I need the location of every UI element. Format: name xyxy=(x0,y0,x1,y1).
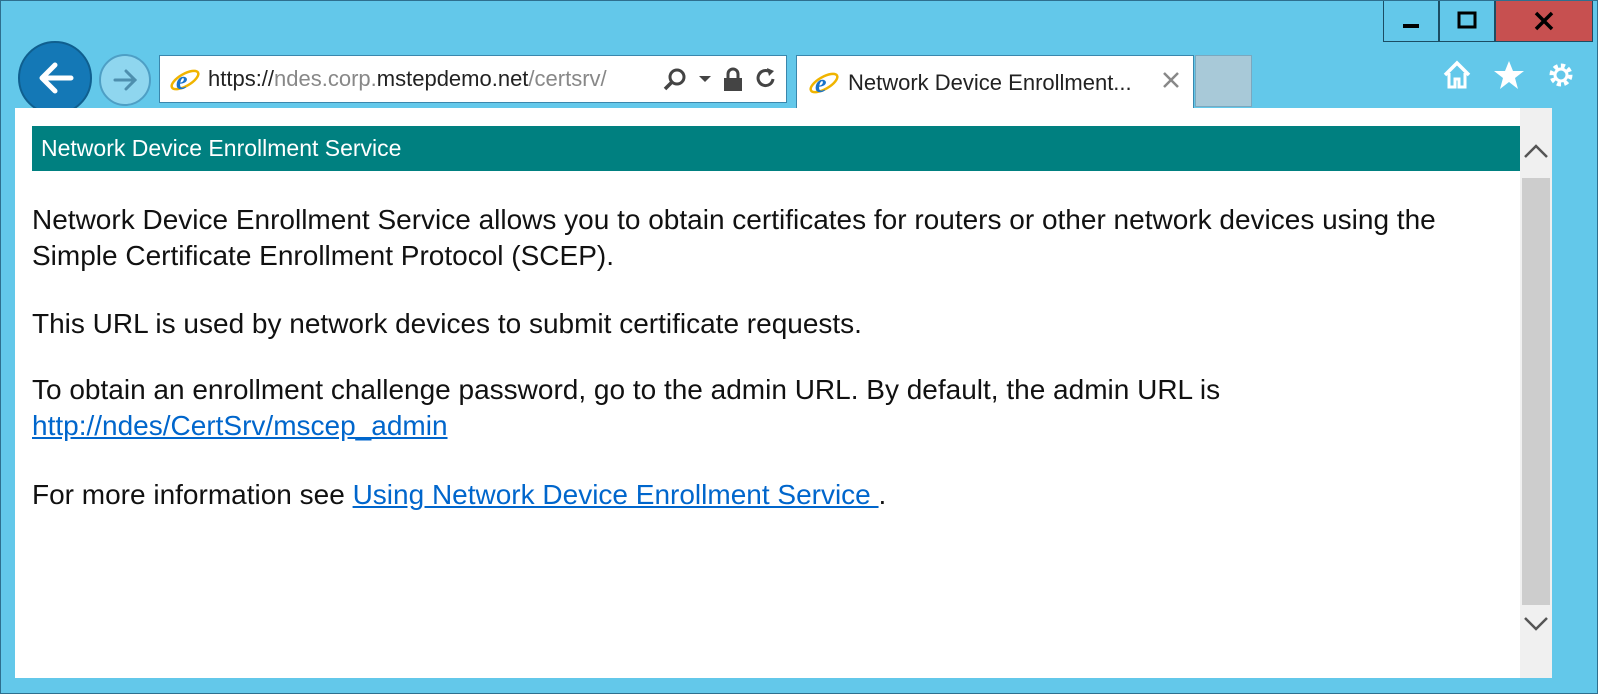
more-info-link[interactable]: Using Network Device Enrollment Service xyxy=(353,479,879,510)
dropdown-icon[interactable] xyxy=(698,74,712,84)
svg-text:e: e xyxy=(815,69,827,98)
scroll-down-button[interactable] xyxy=(1520,608,1552,638)
more-info-paragraph: For more information see Using Network D… xyxy=(32,477,1522,513)
url-host-main: mstepdemo.net xyxy=(376,66,529,91)
lock-icon[interactable] xyxy=(722,66,744,92)
close-icon xyxy=(1534,11,1554,31)
address-bar[interactable]: e https://ndes.corp.mstepdemo.net/certsr… xyxy=(159,55,787,103)
scroll-down-icon xyxy=(1524,617,1548,631)
minimize-icon xyxy=(1403,24,1419,28)
admin-url-link[interactable]: http://ndes/CertSrv/mscep_admin xyxy=(32,410,448,441)
tab-close-icon[interactable] xyxy=(1161,70,1181,90)
ie-logo-icon: e xyxy=(170,66,200,95)
search-icon[interactable] xyxy=(662,66,688,92)
back-button[interactable] xyxy=(18,41,92,115)
url-host-dim: ndes.corp. xyxy=(274,66,377,91)
intro-paragraph: Network Device Enrollment Service allows… xyxy=(32,204,1436,271)
favorites-star-icon[interactable] xyxy=(1493,59,1525,91)
ie-logo-icon: e xyxy=(809,69,839,98)
admin-url-paragraph: To obtain an enrollment challenge passwo… xyxy=(32,372,1522,444)
toolbar-icons xyxy=(1441,59,1577,91)
scroll-up-icon xyxy=(1524,144,1548,158)
window-controls xyxy=(1383,1,1593,43)
scroll-thumb[interactable] xyxy=(1522,178,1550,605)
forward-arrow-icon xyxy=(113,69,138,91)
vertical-scrollbar[interactable] xyxy=(1520,108,1552,678)
tab-title: Network Device Enrollment... xyxy=(848,70,1132,95)
minimize-button[interactable] xyxy=(1383,1,1439,42)
home-icon[interactable] xyxy=(1441,59,1473,91)
url-path: /certsrv/ xyxy=(528,66,607,91)
admin-url-text: To obtain an enrollment challenge passwo… xyxy=(32,374,1221,405)
refresh-icon[interactable] xyxy=(754,66,778,92)
more-info-suffix: . xyxy=(878,479,887,510)
forward-button[interactable] xyxy=(99,54,151,106)
new-tab-button[interactable] xyxy=(1195,55,1252,107)
more-info-text: For more information see xyxy=(32,479,345,510)
tab-active[interactable]: e Network Device Enrollment... xyxy=(796,55,1194,109)
url-text[interactable]: https://ndes.corp.mstepdemo.net/certsrv/ xyxy=(208,56,648,102)
scroll-up-button[interactable] xyxy=(1520,136,1552,166)
back-arrow-icon xyxy=(39,62,74,94)
url-usage-paragraph: This URL is used by network devices to s… xyxy=(32,308,862,339)
settings-gear-icon[interactable] xyxy=(1545,59,1577,91)
page-banner: Network Device Enrollment Service xyxy=(32,126,1534,171)
browser-window: e https://ndes.corp.mstepdemo.net/certsr… xyxy=(0,0,1598,694)
page-content: Network Device Enrollment Service Networ… xyxy=(15,108,1552,678)
close-window-button[interactable] xyxy=(1495,1,1593,42)
url-prefix: https:// xyxy=(208,66,275,91)
maximize-icon xyxy=(1457,11,1477,29)
address-bar-icons xyxy=(662,56,778,102)
maximize-button[interactable] xyxy=(1439,1,1495,42)
svg-text:e: e xyxy=(176,66,188,95)
